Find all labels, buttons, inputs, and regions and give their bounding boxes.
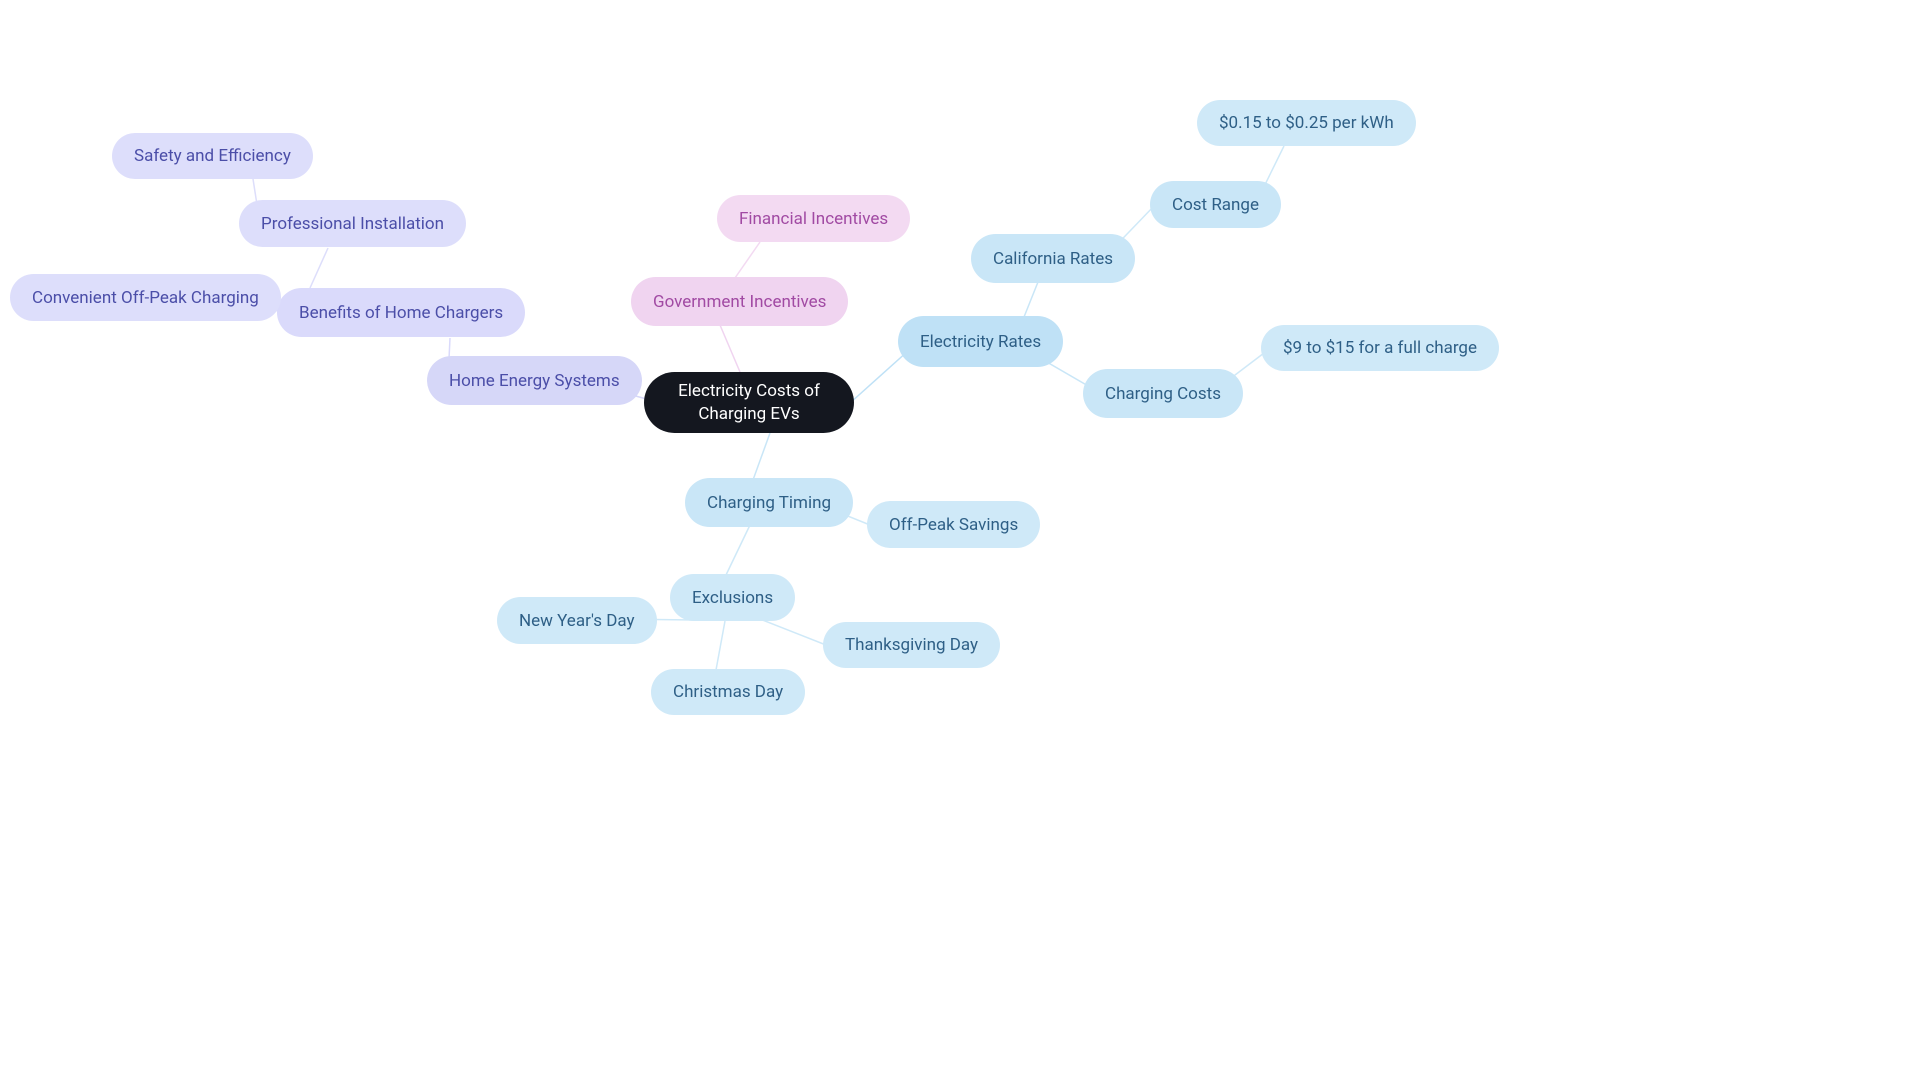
node-christmas[interactable]: Christmas Day <box>651 669 805 715</box>
node-benefits-home-chargers[interactable]: Benefits of Home Chargers <box>277 288 525 337</box>
node-california-rates[interactable]: California Rates <box>971 234 1135 283</box>
node-label: Safety and Efficiency <box>134 146 291 166</box>
node-label: Off-Peak Savings <box>889 515 1018 535</box>
node-thanksgiving[interactable]: Thanksgiving Day <box>823 622 1000 668</box>
node-exclusions[interactable]: Exclusions <box>670 574 795 621</box>
node-label: Cost Range <box>1172 195 1259 215</box>
node-label: $9 to $15 for a full charge <box>1283 338 1477 358</box>
node-home-energy[interactable]: Home Energy Systems <box>427 356 642 405</box>
node-charging-costs[interactable]: Charging Costs <box>1083 369 1243 418</box>
node-label: Professional Installation <box>261 214 444 234</box>
node-label: $0.15 to $0.25 per kWh <box>1219 113 1394 133</box>
node-cost-range-value[interactable]: $0.15 to $0.25 per kWh <box>1197 100 1416 146</box>
node-label: Charging Costs <box>1105 384 1221 404</box>
node-electricity-rates[interactable]: Electricity Rates <box>898 316 1063 367</box>
node-label: Financial Incentives <box>739 209 888 229</box>
node-label: Benefits of Home Chargers <box>299 303 503 323</box>
node-label: Electricity Rates <box>920 332 1041 352</box>
node-label: Thanksgiving Day <box>845 635 978 655</box>
node-label: Home Energy Systems <box>449 371 620 391</box>
node-new-years[interactable]: New Year's Day <box>497 597 657 644</box>
node-professional-installation[interactable]: Professional Installation <box>239 200 466 247</box>
node-financial-incentives[interactable]: Financial Incentives <box>717 195 910 242</box>
node-label: Charging Timing <box>707 493 831 513</box>
node-government-incentives[interactable]: Government Incentives <box>631 277 848 326</box>
node-label: New Year's Day <box>519 611 635 631</box>
node-convenient-off-peak[interactable]: Convenient Off-Peak Charging <box>10 274 281 321</box>
node-label: Exclusions <box>692 588 773 608</box>
node-label: Government Incentives <box>653 292 826 312</box>
node-cost-range[interactable]: Cost Range <box>1150 181 1281 228</box>
node-label: Convenient Off-Peak Charging <box>32 288 259 308</box>
root-label: Electricity Costs of Charging EVs <box>666 380 832 426</box>
root-node[interactable]: Electricity Costs of Charging EVs <box>644 372 854 433</box>
node-safety-efficiency[interactable]: Safety and Efficiency <box>112 133 313 179</box>
node-label: California Rates <box>993 249 1113 269</box>
node-charging-costs-value[interactable]: $9 to $15 for a full charge <box>1261 325 1499 371</box>
node-label: Christmas Day <box>673 682 783 702</box>
node-charging-timing[interactable]: Charging Timing <box>685 478 853 527</box>
node-off-peak-savings[interactable]: Off-Peak Savings <box>867 501 1040 548</box>
